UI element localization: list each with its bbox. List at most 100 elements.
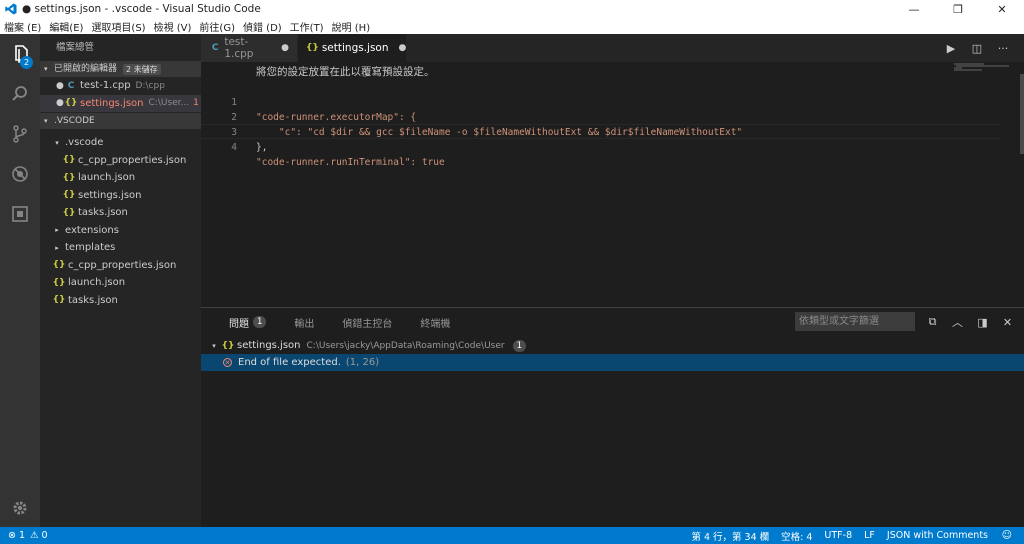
tree-file-item[interactable]: {} c_cpp_properties.json [40,257,201,275]
json-file-icon: {} [52,260,66,271]
search-activity[interactable] [0,76,40,112]
tree-folder-item[interactable]: ▾ .vscode [40,134,201,152]
menu-go[interactable]: 前往(G) [199,19,235,34]
dirty-dot-icon[interactable]: ● [399,43,407,53]
tree-file-item[interactable]: {} tasks.json [40,204,201,222]
tree-file-item[interactable]: {} launch.json [40,169,201,187]
tree-folder-item[interactable]: ▸ templates [40,239,201,257]
more-actions-icon[interactable]: ··· [990,42,1016,55]
tab-label: settings.json [321,42,389,54]
tab-problems[interactable]: 問題 1 [229,315,267,330]
source-control-activity[interactable] [0,116,40,152]
status-bar: ⊗ 1 ⚠ 0 第 4 行，第 34 欄 空格: 4 UTF-8 LF JSON… [0,527,1024,544]
menu-debug[interactable]: 偵錯 (D) [243,19,282,34]
close-panel-icon[interactable]: ✕ [995,316,1020,329]
cpp-file-icon: C [211,43,219,53]
json-file-icon: {} [62,207,76,218]
menu-edit[interactable]: 編輯(E) [49,19,83,34]
explorer-activity[interactable]: 2 [0,36,40,72]
end-of-line[interactable]: LF [864,530,875,541]
open-editor-problem-count: 1 [193,98,199,109]
run-code-icon[interactable]: ▶ [938,42,964,55]
cursor-position[interactable]: 第 4 行，第 34 欄 [691,529,769,543]
error-icon: ⊗ [8,530,16,541]
tab-terminal[interactable]: 終端機 [420,315,450,330]
dirty-dot-icon[interactable]: ● [281,43,289,53]
tree-item-label: settings.json [78,189,142,201]
menu-help[interactable]: 說明 (H) [332,19,371,34]
settings-hint: 將您的設定放置在此以覆寫預設設定。 [256,66,435,78]
collapse-all-icon[interactable]: ⧉ [920,315,945,329]
restore-button[interactable]: ❐ [936,0,980,18]
tab-test-1-cpp[interactable]: C test-1.cpp ● [201,34,297,62]
dirty-dot-icon[interactable]: ● [56,81,64,91]
line-text: }, [256,142,268,153]
language-mode[interactable]: JSON with Comments [887,530,988,541]
minimize-button[interactable]: — [892,0,936,18]
menu-view[interactable]: 檢視 (V) [154,19,192,34]
tab-settings-json[interactable]: {} settings.json ● [298,34,406,62]
tree-item-label: templates [65,242,116,254]
explorer-sidebar: 檔案總管 ▾ 已開啟的編輯器 2 未儲存 ● C test-1.cpp D:\c… [40,34,201,527]
tree-file-item[interactable]: {} launch.json [40,274,201,292]
code-line: 3 }, [201,110,1001,153]
json-file-icon: {} [62,155,76,166]
json-file-icon: {} [64,98,78,109]
problems-status[interactable]: ⊗ 1 ⚠ 0 [8,527,48,544]
panel-actions: ⧉ ︿ ◨ ✕ [920,308,1020,336]
vscode-logo-icon [4,2,18,16]
vscode-window: ● settings.json - .vscode - Visual Studi… [0,0,1024,544]
open-editor-item[interactable]: ● {} settings.json C:\User... 1 [40,94,201,112]
menu-tasks[interactable]: 工作(T) [290,19,324,34]
editor-scrollbar[interactable] [1020,74,1024,154]
problem-file-row[interactable]: ▾ {} settings.json C:\Users\jacky\AppDat… [201,337,1024,354]
warning-count: 0 [41,530,48,541]
menu-selection[interactable]: 選取項目(S) [91,19,145,34]
encoding[interactable]: UTF-8 [824,530,852,541]
chevron-right-icon: ▸ [55,243,59,252]
tree-folder-item[interactable]: ▸ extensions [40,222,201,240]
dirty-dot-icon[interactable]: ● [56,98,64,108]
toggle-panel-position-icon[interactable]: ◨ [970,316,995,329]
maximize-panel-icon[interactable]: ︿ [945,314,970,330]
open-editor-item[interactable]: ● C test-1.cpp D:\cpp [40,77,201,95]
open-editor-name: settings.json [80,97,144,109]
feedback-smiley-icon[interactable]: ☺ [1002,527,1012,544]
code-line: 2 "c": "cd $dir && gcc $fileName -o $fil… [201,95,1001,138]
indentation[interactable]: 空格: 4 [781,529,812,543]
debug-activity[interactable] [0,156,40,192]
problem-file-count: 1 [512,339,527,352]
chevron-down-icon: ▾ [55,138,59,147]
tab-output[interactable]: 輸出 [294,315,314,330]
problems-count-badge: 1 [253,316,267,328]
manage-activity[interactable] [0,490,40,526]
menu-file[interactable]: 檔案 (E) [4,19,41,34]
tab-debug-console[interactable]: 偵錯主控台 [342,315,392,330]
unsaved-badge: 2 未儲存 [123,63,161,75]
tree-item-label: tasks.json [68,294,118,306]
cpp-file-icon: C [67,80,75,91]
tree-file-item[interactable]: {} c_cpp_properties.json [40,152,201,170]
tab-label: 偵錯主控台 [342,318,393,330]
problems-filter-input[interactable]: 依類型或文字篩選 [795,312,915,331]
open-editor-path: D:\cpp [135,80,165,91]
extensions-activity[interactable] [0,196,40,232]
problem-item[interactable]: ✕ End of file expected. (1, 26) [201,354,1024,371]
debug-icon [12,166,28,182]
search-icon [12,86,27,101]
open-editors-header[interactable]: ▾ 已開啟的編輯器 2 未儲存 [40,61,201,77]
problem-file-name: settings.json [237,340,301,351]
problem-location: (1, 26) [345,357,380,368]
minimap[interactable] [954,62,1014,72]
tree-file-item[interactable]: {} tasks.json [40,292,201,310]
tree-item-label: c_cpp_properties.json [68,259,177,271]
split-editor-icon[interactable]: ◫ [964,42,990,55]
code-editor[interactable]: 將您的設定放置在此以覆寫預設設定。 1 "code-runner.executo… [201,62,1024,307]
problem-message: End of file expected. [238,357,341,368]
json-file-icon: {} [62,190,76,201]
chevron-right-icon: ▸ [55,226,59,235]
folder-header[interactable]: ▾ .VSCODE [40,113,201,129]
tree-file-item[interactable]: {} settings.json [40,187,201,205]
close-window-button[interactable]: ✕ [980,0,1024,18]
bottom-panel: 問題 1 輸出 偵錯主控台 終端機 依類型或文字篩選 ⧉ ︿ ◨ ✕ ▾ {} … [201,307,1024,527]
